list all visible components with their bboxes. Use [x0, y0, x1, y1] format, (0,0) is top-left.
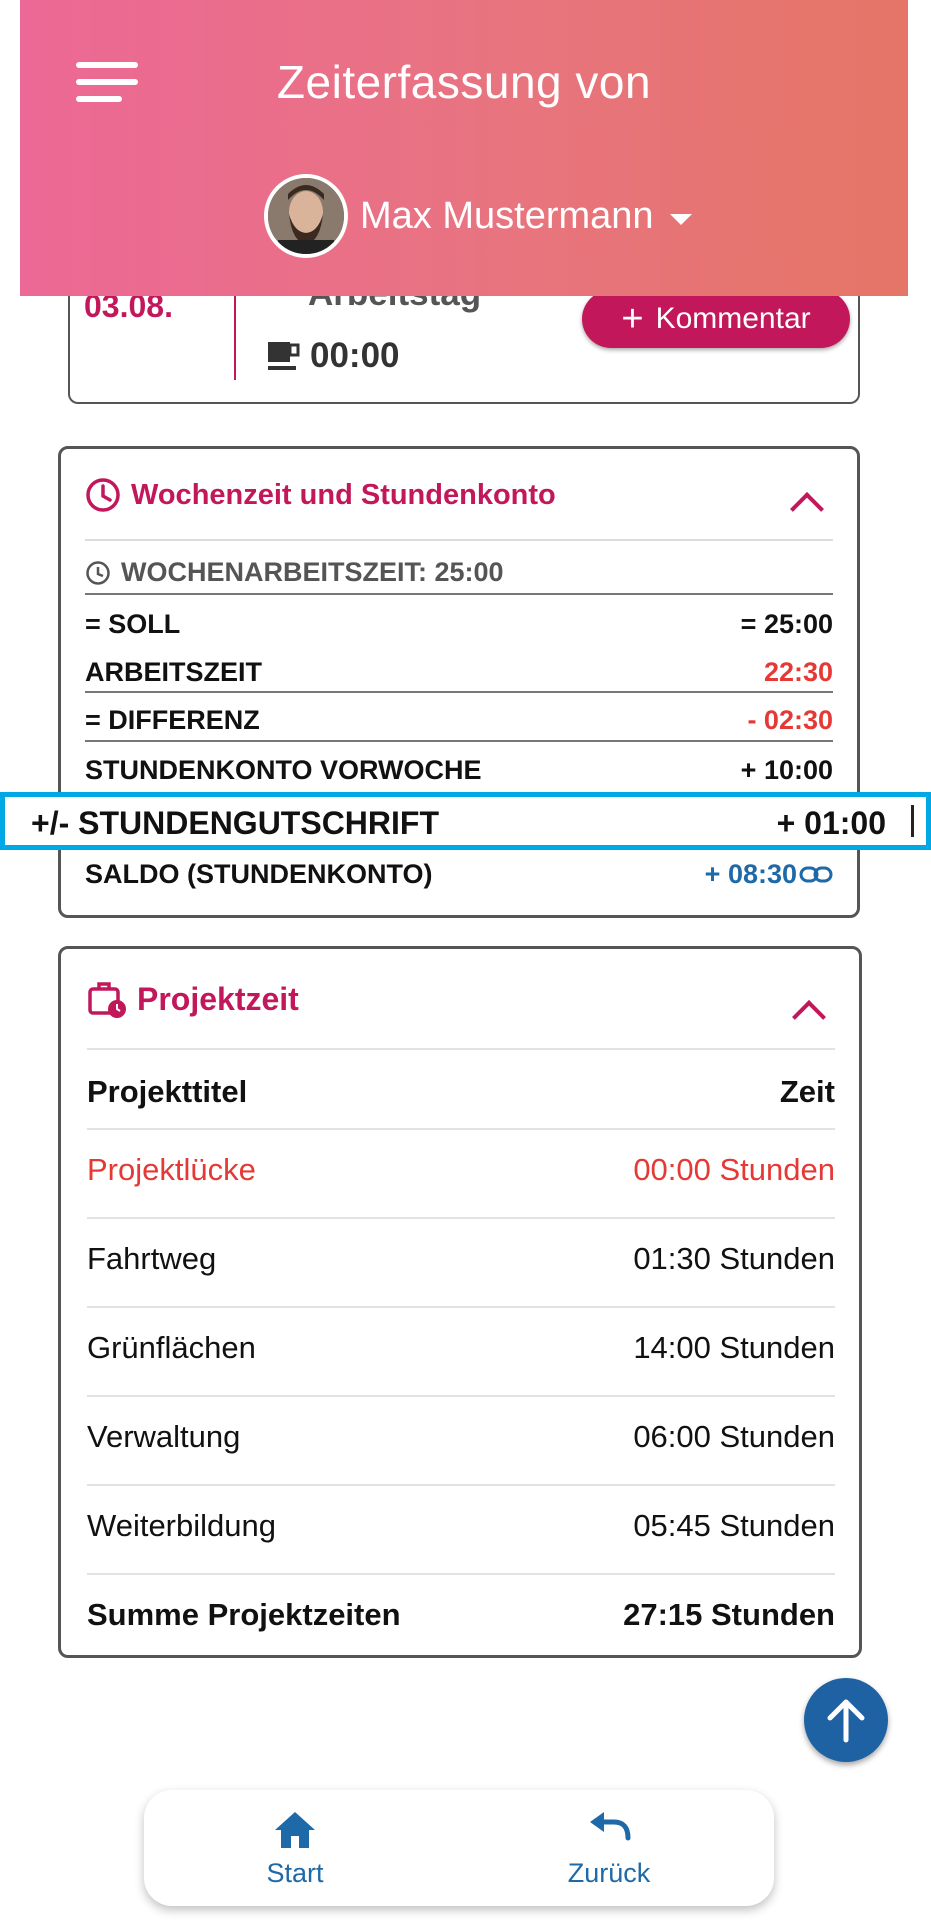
row-label: = DIFFERENZ [85, 705, 260, 735]
divider [87, 1484, 835, 1486]
divider [85, 593, 833, 595]
undo-icon [590, 1812, 631, 1841]
saldo-link[interactable]: + 08:30 [705, 859, 833, 890]
chevron-up-icon[interactable] [790, 492, 824, 526]
column-header-title: Projekttitel [87, 1074, 248, 1109]
week-row-saldo: SALDO (STUNDENKONTO) + 08:30 [85, 859, 833, 890]
add-comment-button[interactable]: + Kommentar [582, 290, 850, 348]
coffee-cup-icon [268, 342, 300, 370]
week-card-header[interactable]: Wochenzeit und Stundenkonto [85, 477, 556, 513]
week-row-soll: = SOLL = 25:00 [85, 609, 833, 640]
project-name: Projektlücke [87, 1152, 256, 1187]
row-value: + 08:30 [704, 859, 797, 889]
divider [87, 1128, 835, 1130]
project-total-value: 27:15 Stunden [623, 1597, 835, 1632]
project-name: Weiterbildung [87, 1508, 276, 1543]
divider [85, 539, 833, 541]
row-value: = 25:00 [740, 609, 833, 639]
divider [85, 691, 833, 693]
divider [87, 1048, 835, 1050]
weekly-hours-label: WOCHENARBEITSZEIT: 25:00 [121, 557, 504, 587]
app-header: Zeiterfassung von Max Mustermann [20, 0, 908, 296]
row-label: = SOLL [85, 609, 181, 639]
chevron-up-icon[interactable] [792, 1000, 826, 1034]
plus-icon: + [621, 298, 644, 340]
row-value: 22:30 [763, 657, 833, 687]
scroll-to-top-button[interactable] [804, 1678, 888, 1762]
column-header-time: Zeit [779, 1074, 835, 1109]
user-name: Max Mustermann [360, 194, 654, 237]
link-icon [799, 866, 833, 882]
clock-icon [86, 478, 120, 512]
briefcase-clock-icon [88, 982, 126, 1018]
home-icon [275, 1812, 315, 1848]
week-row-vorwoche: STUNDENKONTO VORWOCHE + 10:00 [85, 755, 833, 786]
divider [87, 1306, 835, 1308]
project-row: Fahrtweg 01:30 Stunden [87, 1234, 835, 1284]
project-row: Grünflächen 14:00 Stunden [87, 1323, 835, 1373]
divider [85, 740, 833, 742]
project-table-header: Projekttitel Zeit [87, 1067, 835, 1117]
add-comment-label: Kommentar [655, 302, 811, 335]
project-name: Grünflächen [87, 1330, 256, 1365]
nav-back-label: Zurück [567, 1858, 651, 1888]
project-time: 01:30 Stunden [633, 1241, 835, 1276]
divider [87, 1217, 835, 1219]
nav-back[interactable]: Zurück [534, 1808, 684, 1889]
nav-start-label: Start [266, 1858, 324, 1888]
project-card-title: Projektzeit [137, 980, 299, 1017]
divider [87, 1573, 835, 1575]
chevron-down-icon [669, 213, 692, 225]
project-time: 00:00 Stunden [633, 1152, 835, 1187]
text-cursor [911, 805, 914, 837]
row-label: ARBEITSZEIT [85, 657, 263, 687]
project-total-label: Summe Projektzeiten [87, 1597, 401, 1632]
break-time-value: 00:00 [310, 336, 400, 375]
page-title: Zeiterfassung von [276, 56, 652, 108]
weekly-hours: WOCHENARBEITSZEIT: 25:00 [85, 557, 504, 588]
avatar [264, 174, 348, 258]
nav-start[interactable]: Start [220, 1808, 370, 1889]
highlighted-row-stundengutschrift[interactable]: +/- STUNDENGUTSCHRIFT + 01:00 [0, 792, 931, 850]
project-time-card: Projektzeit Projekttitel Zeit Projektlüc… [58, 946, 862, 1658]
project-row: Projektlücke 00:00 Stunden [87, 1145, 835, 1195]
arrow-up-icon [827, 1699, 865, 1743]
project-row: Weiterbildung 05:45 Stunden [87, 1501, 835, 1551]
project-time: 05:45 Stunden [633, 1508, 835, 1543]
project-total-row: Summe Projektzeiten 27:15 Stunden [87, 1590, 835, 1640]
project-time: 06:00 Stunden [633, 1419, 835, 1454]
week-row-differenz: = DIFFERENZ - 02:30 [85, 705, 833, 736]
project-time: 14:00 Stunden [633, 1330, 835, 1365]
clock-icon [86, 560, 110, 585]
row-label: SALDO (STUNDENKONTO) [85, 859, 433, 889]
project-row: Verwaltung 06:00 Stunden [87, 1412, 835, 1462]
break-time: 00:00 [266, 336, 400, 376]
project-name: Fahrtweg [87, 1241, 217, 1276]
project-card-header[interactable]: Projektzeit [87, 979, 299, 1019]
divider [87, 1395, 835, 1397]
credit-label: +/- STUNDENGUTSCHRIFT [31, 805, 439, 841]
week-row-arbeitszeit: ARBEITSZEIT 22:30 [85, 657, 833, 688]
row-value: + 10:00 [740, 755, 833, 785]
credit-value: + 01:00 [776, 805, 886, 841]
week-card-title: Wochenzeit und Stundenkonto [131, 478, 556, 511]
user-selector[interactable]: Max Mustermann [264, 171, 692, 261]
row-label: STUNDENKONTO VORWOCHE [85, 755, 482, 785]
bottom-navigation: Start Zurück [144, 1790, 774, 1906]
project-name: Verwaltung [87, 1419, 241, 1454]
row-value: - 02:30 [747, 705, 833, 735]
